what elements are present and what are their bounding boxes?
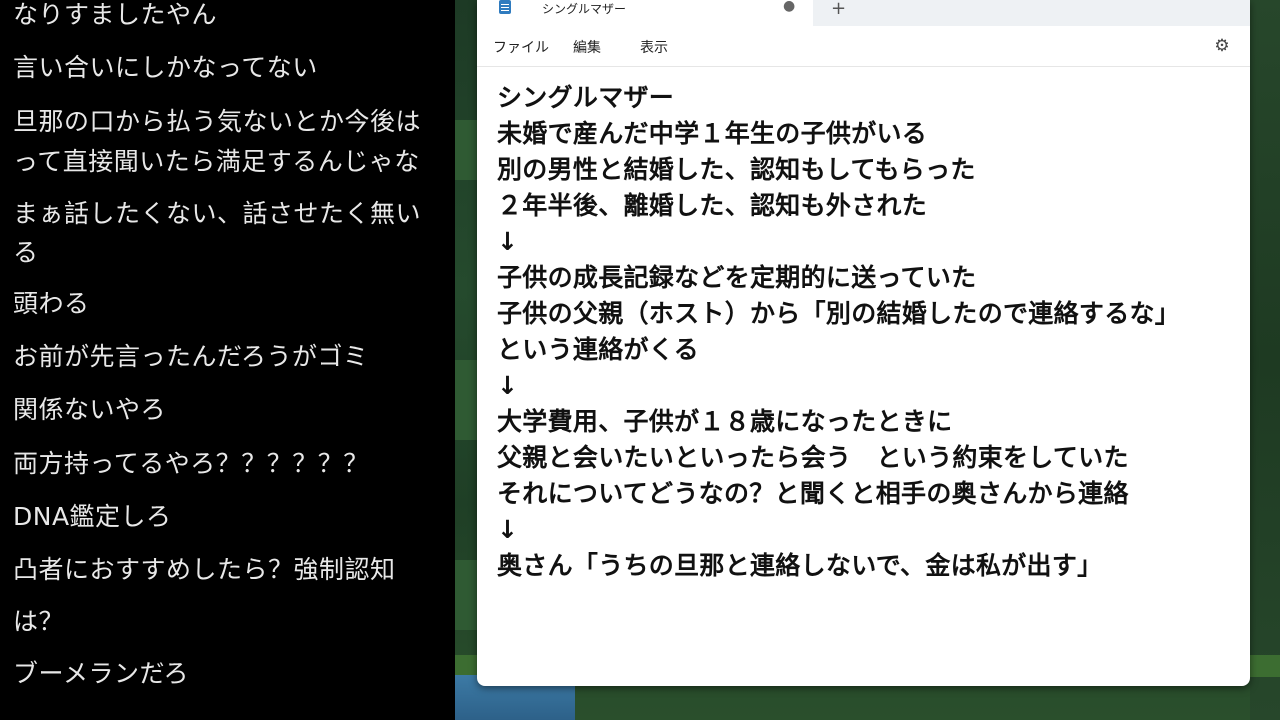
scenery-tile [455,120,477,180]
comment-line: ブーメランだろ [13,659,190,688]
comment-line: 旦那の口から払う気ないとか今後は [13,107,422,136]
editor-line: 別の男性と結婚した、認知もしてもらった [497,155,976,184]
menu-bar: ファイル 編集 表示 ⚙ [477,26,1250,67]
tab-bar: シングルマザー ● + [477,0,1250,26]
tab-title: シングルマザー [542,2,627,16]
comment-panel: なりすましたやん 言い合いにしかなってない 旦那の口から払う気ないとか今後は っ… [0,0,455,720]
menu-file[interactable]: ファイル [493,37,549,57]
editor-line: 父親と会いたいといったら会う という約束をしていた [497,443,1129,472]
scenery-tile [455,560,477,630]
notepad-window: シングルマザー ● + ファイル 編集 表示 ⚙ シングルマザー 未婚で産んだ中… [477,0,1250,686]
scenery-strip [1250,0,1280,720]
editor-line: 奥さん「うちの旦那と連絡しないで、金は私が出す」 [497,551,1103,580]
editor-line: という連絡がくる [497,335,699,364]
scenery-tile [455,360,477,440]
editor-line: それについてどうなの？と聞くと相手の奥さんから連絡 [497,479,1129,508]
editor-line: 子供の父親（ホスト）から「別の結婚したので連絡するな」 [497,299,1181,328]
comment-line: まぁ話したくない、話させたく無い [13,199,422,228]
comment-line: って直接聞いたら満足するんじゃな [13,147,420,176]
editor-line: 未婚で産んだ中学１年生の子供がいる [497,119,928,148]
editor-line: ↓ [497,515,519,544]
comment-line: 頭わる [13,289,90,318]
menu-edit[interactable]: 編集 [573,37,601,57]
unsaved-indicator[interactable]: ● [783,0,795,14]
text-editor[interactable]: シングルマザー 未婚で産んだ中学１年生の子供がいる 別の男性と結婚した、認知もし… [497,80,1247,680]
editor-line: 大学費用、子供が１８歳になったときに [497,407,953,436]
comment-line: 両方持ってるやろ？？？？？？ [13,449,369,478]
editor-line: シングルマザー [497,83,675,112]
comment-line: DNA鑑定しろ [13,502,172,531]
comment-line: 凸者におすすめしたら？強制認知 [13,555,396,584]
comment-line: 関係ないやろ [13,395,167,424]
new-tab-button[interactable]: + [831,0,846,19]
comment-line: る [13,238,39,267]
tab-document[interactable]: シングルマザー ● [477,0,813,26]
gear-icon[interactable]: ⚙ [1213,37,1231,55]
notepad-icon [499,0,511,14]
menu-view[interactable]: 表示 [640,37,668,57]
editor-line: ↓ [497,371,519,400]
comment-line: は？ [13,607,65,636]
comment-line: なりすましたやん [13,0,218,29]
comment-line: お前が先言ったんだろうがゴミ [13,342,369,371]
screen: なりすましたやん 言い合いにしかなってない 旦那の口から払う気ないとか今後は っ… [0,0,1280,720]
editor-line: ↓ [497,227,519,256]
editor-line: 子供の成長記録などを定期的に送っていた [497,263,977,292]
editor-line: ２年半後、離婚した、認知も外された [497,191,928,220]
comment-line: 言い合いにしかなってない [13,53,318,82]
